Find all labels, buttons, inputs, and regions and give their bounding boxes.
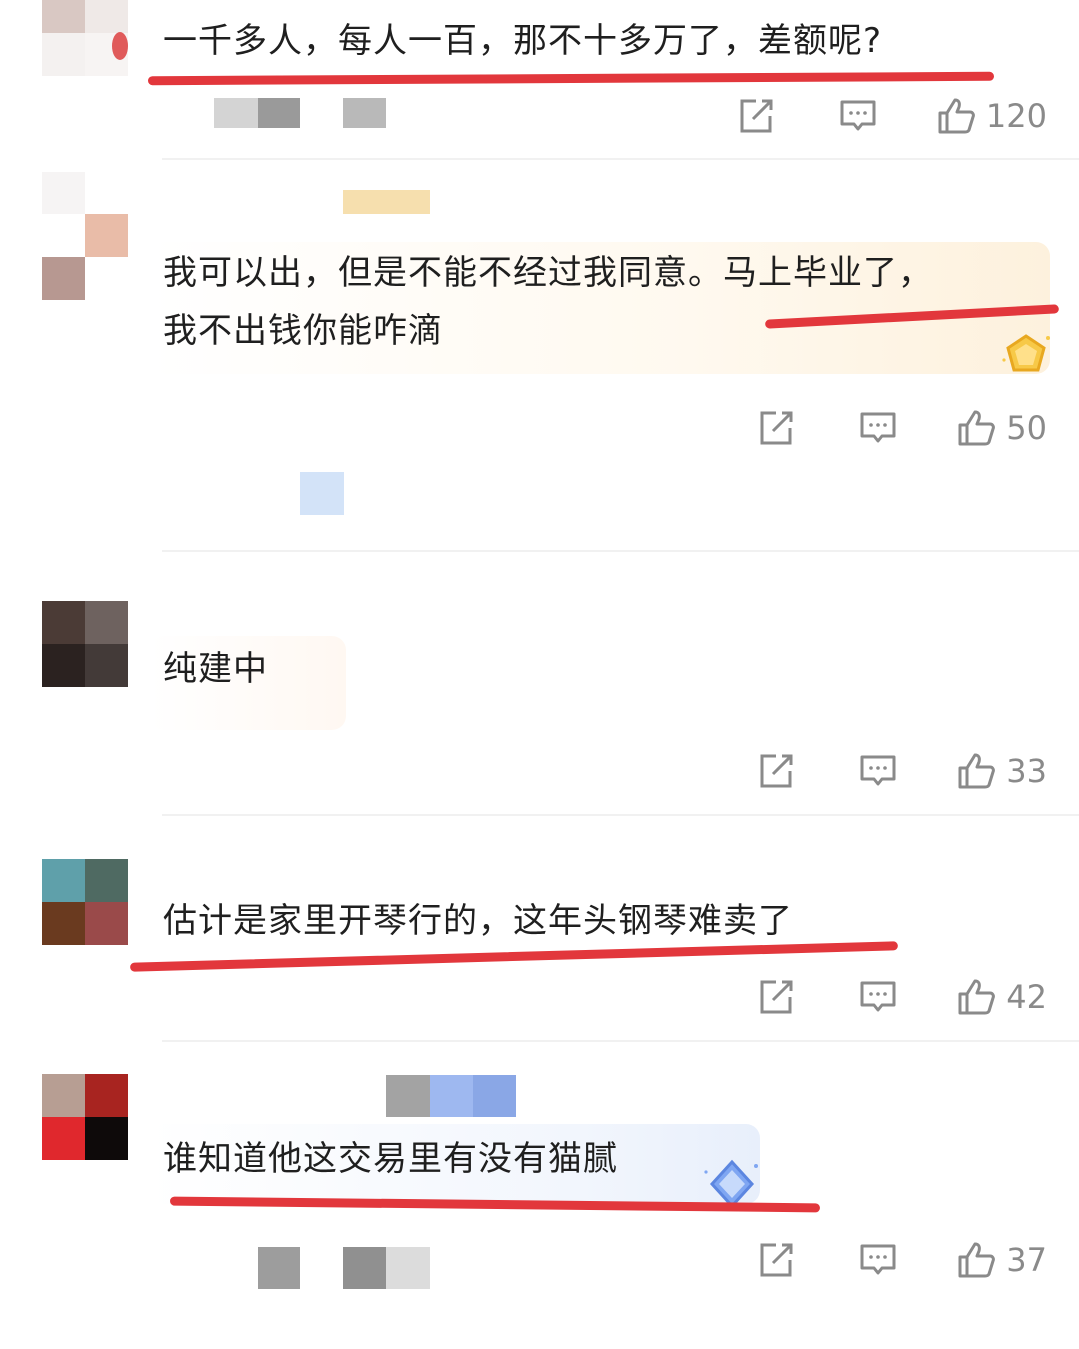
username-redacted <box>386 1075 430 1117</box>
username-redacted <box>430 1075 473 1117</box>
divider <box>162 550 1079 552</box>
meta-redacted <box>343 98 386 128</box>
like-count: 33 <box>1006 752 1047 790</box>
share-icon[interactable] <box>756 751 796 791</box>
divider <box>162 814 1079 816</box>
share-icon[interactable] <box>736 96 776 136</box>
comment-text: 估计是家里开琴行的，这年头钢琴难卖了 <box>163 901 793 941</box>
username-redacted <box>343 190 430 214</box>
share-icon[interactable] <box>756 977 796 1017</box>
divider <box>162 1040 1079 1042</box>
like-count: 120 <box>985 97 1047 135</box>
share-icon[interactable] <box>756 1240 796 1280</box>
meta-redacted <box>300 472 344 515</box>
gold-badge-icon <box>996 330 1056 384</box>
avatar[interactable] <box>42 1074 128 1160</box>
like-icon[interactable] <box>956 751 996 791</box>
avatar[interactable] <box>42 214 128 300</box>
highlight-underline <box>147 71 995 86</box>
avatar[interactable] <box>42 859 128 945</box>
reply-icon[interactable] <box>858 408 898 448</box>
comment-actions: 42 <box>756 977 1047 1017</box>
comment-actions: 33 <box>756 751 1047 791</box>
comment-list: 一千多人，每人一百，那不十多万了，差额呢? 120 我可以出，但是不能不经过我同… <box>0 0 1079 1349</box>
divider <box>162 158 1079 160</box>
reply-icon[interactable] <box>858 751 898 791</box>
like-icon[interactable] <box>956 408 996 448</box>
like-count: 42 <box>1006 978 1047 1016</box>
avatar[interactable] <box>42 601 128 687</box>
comment-text: 一千多人，每人一百，那不十多万了，差额呢? <box>163 21 883 61</box>
username-redacted <box>473 1075 516 1117</box>
like-count: 50 <box>1006 409 1047 447</box>
like-count: 37 <box>1006 1241 1047 1279</box>
meta-redacted <box>258 98 300 128</box>
comment-actions: 120 <box>736 96 1047 136</box>
reply-icon[interactable] <box>858 1240 898 1280</box>
meta-redacted <box>258 1247 300 1289</box>
username-redacted <box>112 32 128 60</box>
like-icon[interactable] <box>956 1240 996 1280</box>
meta-redacted <box>214 98 258 128</box>
meta-redacted <box>343 1247 386 1289</box>
meta-redacted <box>386 1247 430 1289</box>
comment-text-line2: 我不出钱你能咋滴 <box>163 311 443 351</box>
reply-icon[interactable] <box>838 96 878 136</box>
comment-text: 纯建中 <box>163 649 268 689</box>
comment-text-line1: 我可以出，但是不能不经过我同意。马上毕业了， <box>163 253 933 293</box>
avatar-redacted <box>42 172 85 214</box>
comment-actions: 37 <box>756 1240 1047 1280</box>
like-icon[interactable] <box>956 977 996 1017</box>
comment-text: 谁知道他这交易里有没有猫腻 <box>163 1139 618 1179</box>
like-icon[interactable] <box>936 96 976 136</box>
comment-actions: 50 <box>756 408 1047 448</box>
share-icon[interactable] <box>756 408 796 448</box>
reply-icon[interactable] <box>858 977 898 1017</box>
